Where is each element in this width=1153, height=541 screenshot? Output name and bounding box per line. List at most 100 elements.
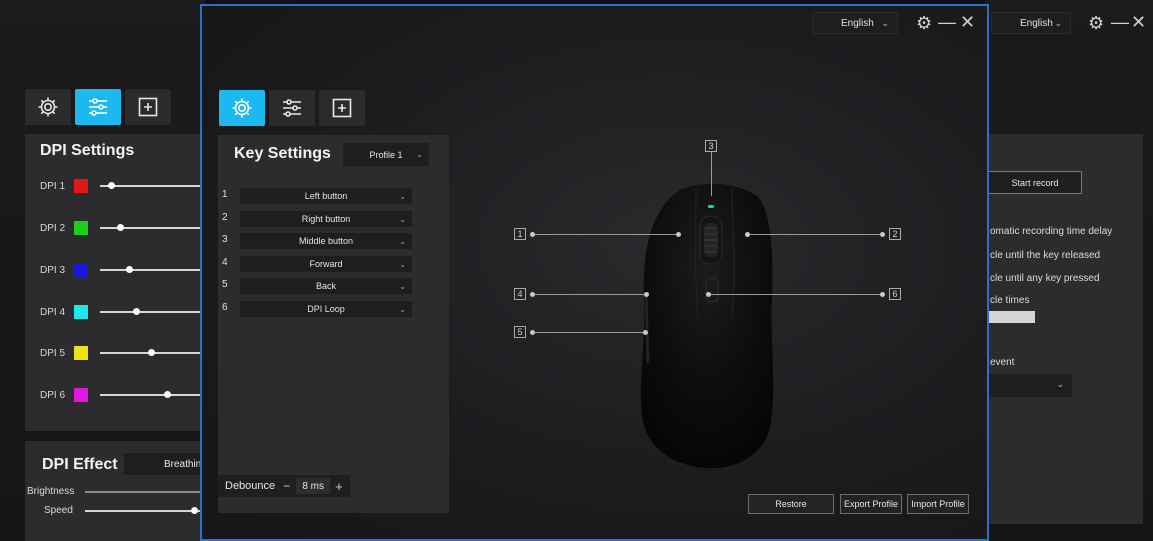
callout-dot <box>745 232 750 237</box>
dpi-color-swatch[interactable] <box>74 263 88 277</box>
dpi-slider-handle[interactable] <box>148 349 155 356</box>
language-select[interactable]: English ⌄ <box>812 12 898 34</box>
dpi-level-row: DPI 6 <box>40 388 88 402</box>
dpi-color-swatch[interactable] <box>74 179 88 193</box>
debounce-value[interactable]: 8 ms <box>296 478 331 494</box>
key-action-select[interactable]: Left button ⌄ <box>240 188 412 204</box>
key-action-select[interactable]: Back ⌄ <box>240 278 412 294</box>
callout-label: 1 <box>514 228 526 240</box>
callout-line <box>708 294 882 295</box>
option-recording-delay[interactable]: omatic recording time delay <box>990 226 1112 237</box>
dpi-color-swatch[interactable] <box>74 221 88 235</box>
option-until-pressed[interactable]: cle until any key pressed <box>990 273 1100 284</box>
key-action-value: Right button <box>301 214 351 224</box>
callout-dot <box>530 232 535 237</box>
settings-tab-button[interactable] <box>219 90 265 126</box>
gear-icon[interactable]: ⚙ <box>916 14 932 32</box>
key-action-select[interactable]: Middle button ⌄ <box>240 233 412 249</box>
callout-dot <box>643 330 648 335</box>
dpi-slider[interactable] <box>100 311 200 313</box>
callout-dot <box>644 292 649 297</box>
key-settings-title: Key Settings <box>234 145 331 162</box>
brightness-slider[interactable] <box>85 491 200 493</box>
profile-select[interactable]: Profile 1 ⌄ <box>343 143 429 166</box>
key-number: 4 <box>222 257 228 268</box>
dpi-color-swatch[interactable] <box>74 346 88 360</box>
dpi-level-label: DPI 5 <box>40 347 66 359</box>
dpi-color-swatch[interactable] <box>74 305 88 319</box>
speed-label: Speed <box>44 505 73 516</box>
export-profile-button[interactable]: Export Profile <box>840 494 902 514</box>
dpi-slider[interactable] <box>100 269 200 271</box>
app-stage: DPI Settings DPI 1 DPI 2 DPI 3 DPI 4 DPI 5 DP… <box>0 0 1153 541</box>
dpi-slider[interactable] <box>100 227 200 229</box>
dpi-level-row: DPI 3 <box>40 263 88 277</box>
chevron-down-icon: ⌄ <box>399 259 406 269</box>
key-number: 6 <box>222 302 228 313</box>
dpi-level-label: DPI 2 <box>40 222 66 234</box>
add-tab-button[interactable] <box>125 89 171 125</box>
key-action-value: DPI Loop <box>307 304 345 314</box>
chevron-down-icon: ⌄ <box>416 150 423 159</box>
profile-value: Profile 1 <box>369 149 403 160</box>
dpi-color-swatch[interactable] <box>74 388 88 402</box>
add-tab-button[interactable] <box>319 90 365 126</box>
minus-icon[interactable]: — <box>1111 13 1129 31</box>
dpi-effect-select[interactable]: Breathing <box>124 453 207 475</box>
key-action-select[interactable]: Right button ⌄ <box>240 211 412 227</box>
key-number: 5 <box>222 279 228 290</box>
dpi-slider-handle[interactable] <box>117 224 124 231</box>
brightness-label: Brightness <box>27 486 75 497</box>
key-action-select[interactable]: DPI Loop ⌄ <box>240 301 412 317</box>
restore-button[interactable]: Restore <box>748 494 834 514</box>
callout-label: 6 <box>889 288 901 300</box>
dpi-slider-handle[interactable] <box>133 308 140 315</box>
callout-label: 3 <box>705 140 717 152</box>
key-action-select[interactable]: Forward ⌄ <box>240 256 412 272</box>
key-number: 2 <box>222 212 228 223</box>
dpi-slider-handle[interactable] <box>164 391 171 398</box>
cycle-times-input[interactable] <box>989 311 1035 323</box>
event-select[interactable]: ⌄ <box>989 374 1072 397</box>
chevron-down-icon: ⌄ <box>881 17 889 28</box>
dpi-slider[interactable] <box>100 394 200 396</box>
dpi-slider-handle[interactable] <box>108 182 115 189</box>
option-cycle-times[interactable]: cle times <box>990 295 1029 306</box>
start-record-button[interactable]: Start record <box>988 171 1082 194</box>
language-value: English <box>841 17 874 29</box>
language-select-right[interactable]: English ⌄ <box>991 12 1071 34</box>
callout-label: 2 <box>889 228 901 240</box>
background-window-macro: English ⌄ ⚙ — ✕ <box>985 0 1153 541</box>
chevron-down-icon: ⌄ <box>399 304 406 314</box>
callout-line <box>711 152 712 196</box>
key-action-value: Middle button <box>298 236 354 246</box>
callout-dot <box>706 292 711 297</box>
gear-icon[interactable]: ⚙ <box>1088 14 1104 32</box>
adjust-tab-button[interactable] <box>75 89 121 125</box>
import-profile-button[interactable]: Import Profile <box>907 494 969 514</box>
plus-icon[interactable]: + <box>335 479 343 494</box>
callout-dot <box>880 292 885 297</box>
debounce-label: Debounce <box>225 480 276 492</box>
close-icon[interactable]: ✕ <box>1131 13 1146 31</box>
key-binding-row: 6 DPI Loop ⌄ <box>218 301 413 317</box>
key-binding-row: 4 Forward ⌄ <box>218 256 413 272</box>
adjust-tab-button[interactable] <box>269 90 315 126</box>
speed-slider[interactable] <box>85 510 200 512</box>
dpi-slider-handle[interactable] <box>126 266 133 273</box>
minus-icon[interactable]: − <box>283 479 290 493</box>
chevron-down-icon: ⌄ <box>1054 17 1062 28</box>
close-icon[interactable]: ✕ <box>960 13 975 31</box>
sliders-icon <box>283 99 301 117</box>
callout-dot <box>880 232 885 237</box>
dpi-slider[interactable] <box>100 185 200 187</box>
callout-dot <box>676 232 681 237</box>
key-binding-row: 3 Middle button ⌄ <box>218 233 413 249</box>
dpi-level-row: DPI 1 <box>40 179 88 193</box>
minus-icon[interactable]: — <box>938 13 956 31</box>
settings-tab-button[interactable] <box>25 89 71 125</box>
option-until-released[interactable]: cle until the key released <box>990 250 1100 261</box>
callout-line <box>532 294 646 295</box>
key-action-value: Back <box>315 281 336 291</box>
callout-line <box>532 234 678 235</box>
